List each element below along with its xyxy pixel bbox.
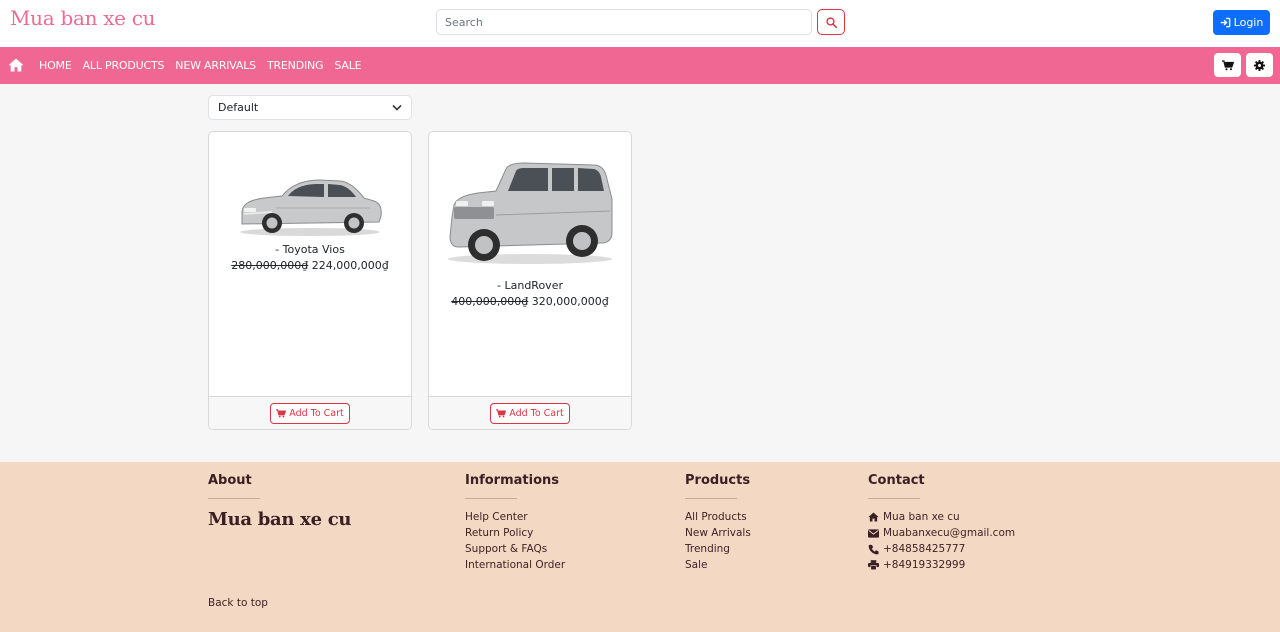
product-sale-price: 224,000,000₫	[311, 259, 389, 272]
settings-button[interactable]	[1246, 53, 1273, 77]
main-navbar: HOME ALL PRODUCTS NEW ARRIVALS TRENDING …	[0, 47, 1280, 84]
chevron-down-icon	[392, 104, 402, 111]
add-to-cart-button[interactable]: Add To Cart	[490, 402, 570, 424]
home-icon[interactable]	[8, 58, 24, 72]
footer-link-trending[interactable]: Trending	[685, 541, 751, 557]
footer-divider	[208, 498, 260, 499]
nav-link-all-products[interactable]: ALL PRODUCTS	[83, 59, 165, 72]
login-button[interactable]: Login	[1213, 10, 1270, 35]
search-button[interactable]	[817, 9, 845, 35]
product-image-landrover[interactable]	[429, 146, 631, 276]
add-to-cart-button[interactable]: Add To Cart	[270, 402, 350, 424]
product-name[interactable]: - LandRover	[429, 279, 631, 292]
cart-icon	[496, 408, 507, 417]
product-sale-price: 320,000,000₫	[531, 295, 609, 308]
nav-link-sale[interactable]: SALE	[334, 59, 361, 72]
footer-link-return-policy[interactable]: Return Policy	[465, 525, 565, 541]
site-footer: About Mua ban xe cu Informations Help Ce…	[0, 462, 1280, 632]
product-old-price: 280,000,000₫	[231, 259, 309, 272]
footer-products-heading: Products	[685, 473, 751, 488]
footer-divider	[685, 498, 737, 499]
nav-link-home[interactable]: HOME	[39, 59, 72, 72]
footer-about-heading: About	[208, 473, 252, 488]
footer-divider	[868, 498, 920, 499]
footer-link-all-products[interactable]: All Products	[685, 509, 751, 525]
footer-contact: Contact Mua ban xe cu Muabanxecu@gmail.c…	[868, 473, 1015, 573]
footer-brand: Mua ban xe cu	[208, 509, 352, 530]
footer-informations-heading: Informations	[465, 473, 560, 488]
cart-button[interactable]	[1214, 53, 1241, 77]
product-price: 280,000,000₫ 224,000,000₫	[209, 259, 411, 272]
top-header: Mua ban xe cu Login	[0, 0, 1280, 47]
card-footer: Add To Cart	[429, 396, 631, 429]
product-image-toyota-vios[interactable]	[209, 154, 411, 252]
contact-address: Mua ban xe cu	[868, 509, 1015, 525]
contact-phone: +84858425777	[868, 541, 1015, 557]
footer-products: Products All Products New Arrivals Trend…	[685, 473, 751, 573]
footer-contact-heading: Contact	[868, 473, 925, 488]
footer-link-international-order[interactable]: International Order	[465, 557, 565, 573]
nav-links: HOME ALL PRODUCTS NEW ARRIVALS TRENDING …	[39, 47, 362, 84]
footer-link-new-arrivals[interactable]: New Arrivals	[685, 525, 751, 541]
back-to-top-link[interactable]: Back to top	[208, 597, 268, 609]
card-footer: Add To Cart	[209, 396, 411, 429]
footer-link-sale[interactable]: Sale	[685, 557, 751, 573]
cart-icon	[1221, 59, 1234, 70]
search-icon	[825, 16, 837, 28]
sedan-car-image	[240, 179, 382, 236]
printer-icon	[868, 560, 879, 570]
nav-link-trending[interactable]: TRENDING	[267, 59, 324, 72]
gear-icon	[1254, 59, 1265, 71]
brand-logo-text[interactable]: Mua ban xe cu	[10, 6, 156, 30]
cart-icon	[276, 408, 287, 417]
sort-selected-value: Default	[218, 101, 259, 114]
contact-phone-text[interactable]: +84858425777	[883, 541, 965, 557]
footer-link-help-center[interactable]: Help Center	[465, 509, 565, 525]
nav-link-new-arrivals[interactable]: NEW ARRIVALS	[175, 59, 256, 72]
phone-icon	[868, 544, 879, 554]
product-price: 400,000,000₫ 320,000,000₫	[429, 295, 631, 308]
contact-address-text: Mua ban xe cu	[883, 511, 960, 523]
footer-about: About Mua ban xe cu	[208, 473, 351, 530]
search-input[interactable]	[436, 9, 812, 35]
home-icon	[868, 512, 879, 522]
footer-link-support-faqs[interactable]: Support & FAQs	[465, 541, 565, 557]
sign-in-icon	[1220, 17, 1230, 28]
footer-informations: Informations Help Center Return Policy S…	[465, 473, 565, 573]
contact-fax: +84919332999	[868, 557, 1015, 573]
suv-car-image	[448, 162, 613, 264]
product-card[interactable]: - Toyota Vios 280,000,000₫ 224,000,000₫ …	[208, 131, 412, 430]
login-label: Login	[1233, 16, 1264, 29]
contact-fax-text[interactable]: +84919332999	[883, 557, 965, 573]
contact-email-text[interactable]: Muabanxecu@gmail.com	[883, 525, 1015, 541]
add-to-cart-label: Add To Cart	[509, 407, 564, 419]
product-card[interactable]: - LandRover 400,000,000₫ 320,000,000₫ Ad…	[428, 131, 632, 430]
add-to-cart-label: Add To Cart	[289, 407, 344, 419]
product-name[interactable]: - Toyota Vios	[209, 243, 411, 256]
contact-email: Muabanxecu@gmail.com	[868, 525, 1015, 541]
footer-divider	[465, 498, 517, 499]
envelope-icon	[868, 528, 879, 538]
sort-select[interactable]: Default	[208, 95, 412, 120]
product-old-price: 400,000,000₫	[451, 295, 529, 308]
